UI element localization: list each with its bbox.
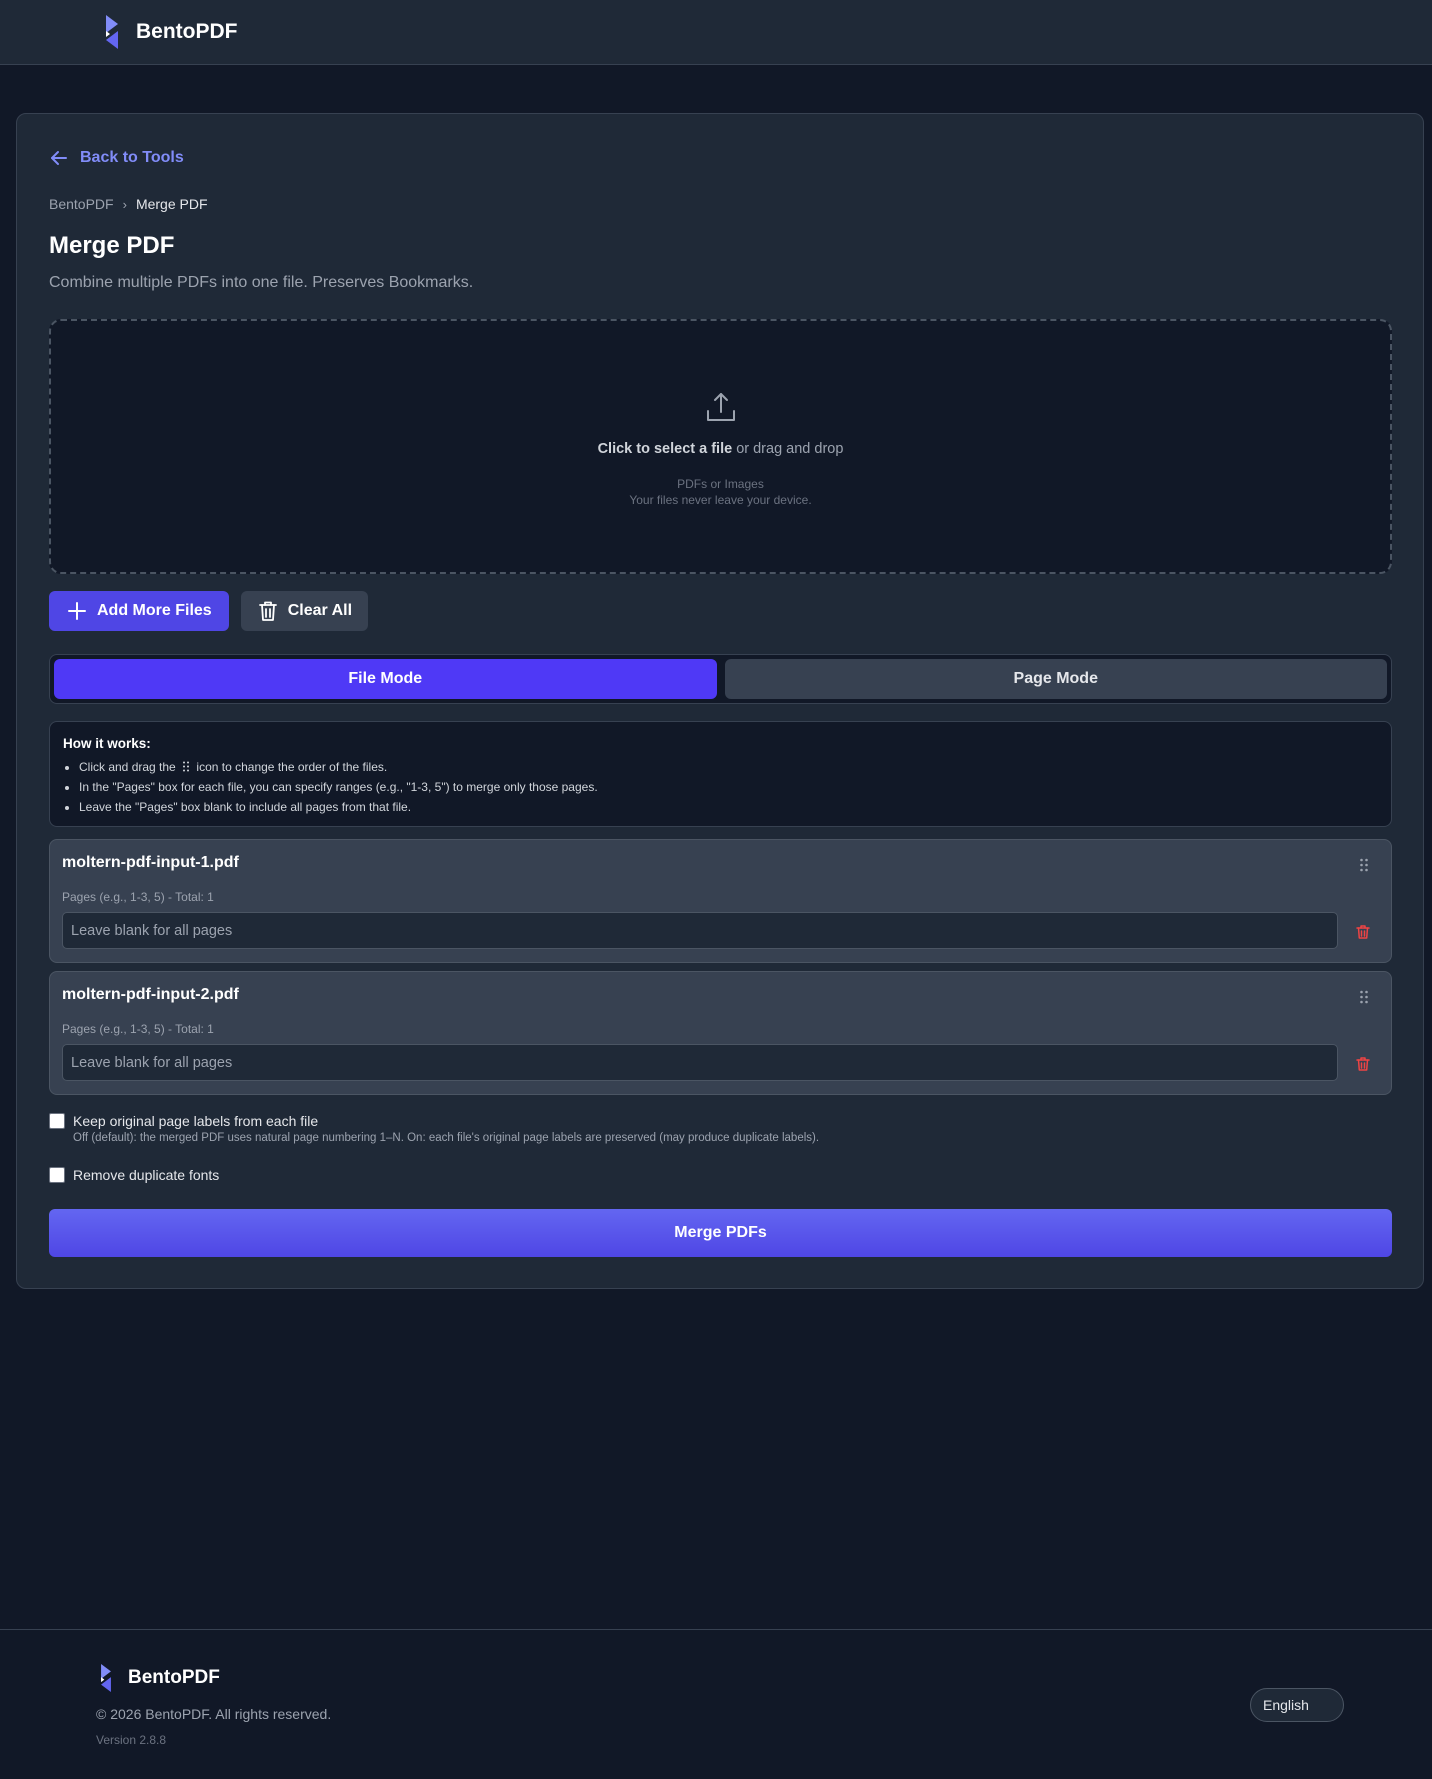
breadcrumb-root[interactable]: BentoPDF <box>49 196 114 212</box>
pages-label: Pages (e.g., 1-3, 5) - Total: 1 <box>62 890 214 904</box>
list-item: In the "Pages" box for each file, you ca… <box>79 777 1378 797</box>
trash-icon <box>258 601 277 621</box>
remove-fonts-option: Remove duplicate fonts <box>49 1166 219 1184</box>
upload-icon <box>706 393 735 421</box>
bento-logo-icon <box>106 15 118 49</box>
keep-labels-option: Keep original page labels from each file… <box>49 1112 819 1144</box>
version-text: Version 2.8.8 <box>96 1733 167 1747</box>
add-more-files-label: Add More Files <box>97 602 212 619</box>
pages-label: Pages (e.g., 1-3, 5) - Total: 1 <box>62 1022 214 1036</box>
breadcrumb-separator: › <box>122 196 127 212</box>
tool-card: Back to Tools BentoPDF › Merge PDF Merge… <box>16 113 1424 1289</box>
language-select[interactable]: English <box>1250 1688 1344 1722</box>
trash-icon[interactable] <box>1355 924 1371 940</box>
drag-handle-icon[interactable] <box>1359 858 1369 872</box>
file-name: moltern-pdf-input-1.pdf <box>62 854 239 871</box>
trash-icon[interactable] <box>1355 1056 1371 1072</box>
how-it-works-list: Click and drag the icon to change the or… <box>63 757 1378 817</box>
pages-input[interactable] <box>62 912 1338 949</box>
breadcrumb: BentoPDF › Merge PDF <box>49 196 208 212</box>
how-it-works-title: How it works: <box>63 736 151 751</box>
footer: BentoPDF © 2026 BentoPDF. All rights res… <box>0 1629 1432 1779</box>
footer-brand-name: BentoPDF <box>128 1667 220 1688</box>
breadcrumb-current: Merge PDF <box>135 196 208 212</box>
tab-file-mode[interactable]: File Mode <box>54 659 717 699</box>
clear-all-button[interactable]: Clear All <box>240 591 369 631</box>
remove-fonts-label[interactable]: Remove duplicate fonts <box>73 1166 219 1184</box>
howto-item-1-end: icon to change the order of the files. <box>196 760 388 774</box>
how-it-works-panel: How it works: Click and drag the icon to… <box>49 721 1392 827</box>
dropzone-select-text: Click to select a file <box>597 441 733 457</box>
tab-page-mode[interactable]: Page Mode <box>724 659 1387 699</box>
bento-logo-icon <box>101 1664 111 1692</box>
file-dropzone[interactable]: Click to select a file or drag and drop … <box>49 319 1392 574</box>
page-title: Merge PDF <box>49 232 175 259</box>
howto-item-1-start: Click and drag the <box>79 760 176 774</box>
list-item: Click and drag the icon to change the or… <box>79 757 1378 777</box>
arrow-left-icon <box>51 151 67 165</box>
drag-handle-icon[interactable] <box>1359 990 1369 1004</box>
dropzone-accepted-types: PDFs or Images <box>677 477 764 491</box>
keep-labels-help: Off (default): the merged PDF uses natur… <box>73 1132 820 1144</box>
add-more-files-button[interactable]: Add More Files <box>49 591 229 631</box>
keep-labels-checkbox[interactable] <box>49 1113 65 1129</box>
dropzone-instruction: Click to select a file or drag and drop <box>598 441 844 457</box>
dropzone-hint: PDFs or Images Your files never leave yo… <box>629 476 811 508</box>
page-description: Combine multiple PDFs into one file. Pre… <box>49 274 474 291</box>
plus-icon <box>68 602 86 620</box>
copyright-text: © 2026 BentoPDF. All rights reserved. <box>96 1706 332 1722</box>
top-navbar: BentoPDF <box>0 0 1432 65</box>
mode-toggle: File Mode Page Mode <box>49 654 1392 704</box>
remove-fonts-checkbox[interactable] <box>49 1167 65 1183</box>
pages-input[interactable] <box>62 1044 1338 1081</box>
file-list-item[interactable]: moltern-pdf-input-2.pdf Pages (e.g., 1-3… <box>49 971 1392 1095</box>
clear-all-label: Clear All <box>287 602 353 619</box>
drag-handle-icon <box>183 761 190 772</box>
file-name: moltern-pdf-input-2.pdf <box>62 986 239 1003</box>
merge-pdfs-button[interactable]: Merge PDFs <box>49 1209 1392 1257</box>
footer-brand: BentoPDF <box>96 1664 220 1692</box>
brand-name: BentoPDF <box>136 20 238 43</box>
file-actions: Add More Files Clear All <box>49 591 369 631</box>
dropzone-drag-text: or drag and drop <box>732 441 844 457</box>
list-item: Leave the "Pages" box blank to include a… <box>79 797 1378 817</box>
back-to-tools-label: Back to Tools <box>80 149 184 166</box>
brand-home-link[interactable]: BentoPDF <box>100 15 238 49</box>
keep-labels-label[interactable]: Keep original page labels from each file <box>73 1112 819 1130</box>
back-to-tools-link[interactable]: Back to Tools <box>49 148 184 168</box>
dropzone-privacy-note: Your files never leave your device. <box>629 493 812 507</box>
file-list-item[interactable]: moltern-pdf-input-1.pdf Pages (e.g., 1-3… <box>49 839 1392 963</box>
